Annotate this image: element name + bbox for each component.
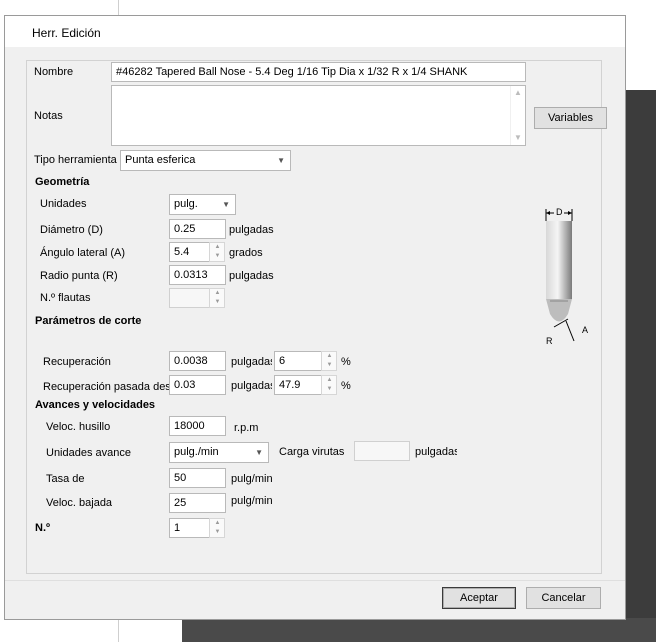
unidades-dropdown[interactable]: pulg. ▼: [169, 194, 236, 215]
husillo-unit: r.p.m: [234, 422, 259, 434]
geometria-header: Geometría: [35, 176, 90, 188]
bajada-input[interactable]: 25: [169, 493, 226, 513]
recuperacion-pasada-pct-spin-buttons[interactable]: ▲ ▼: [321, 375, 337, 395]
tipo-herramienta-label: Tipo herramienta: [34, 154, 117, 166]
numero-label: N.º: [35, 522, 51, 534]
spin-up-icon[interactable]: ▲: [214, 243, 221, 252]
recuperacion-pct-input[interactable]: 6: [274, 351, 322, 371]
background-line: [118, 0, 119, 16]
background-window: [182, 618, 656, 642]
diametro-unit: pulgadas: [229, 224, 274, 236]
background-window: [626, 90, 656, 642]
chevron-down-icon: ▼: [222, 200, 230, 209]
notas-textarea[interactable]: ▲ ▼: [111, 85, 526, 146]
diametro-label: Diámetro (D): [40, 224, 103, 236]
recuperacion-pasada-label: Recuperación pasada desbaste: [43, 381, 169, 393]
recuperacion-unit: pulgadas: [231, 356, 272, 368]
bajada-label: Veloc. bajada: [46, 497, 113, 509]
parametros-corte-header: Parámetros de corte: [35, 315, 142, 327]
avances-velocidades-header: Avances y velocidades: [35, 399, 156, 411]
recuperacion-pasada-input[interactable]: 0.03: [169, 375, 226, 395]
chevron-down-icon: ▼: [255, 448, 263, 457]
cancelar-button[interactable]: Cancelar: [526, 587, 601, 609]
diagram-label-a: A: [582, 325, 589, 335]
unidades-value: pulg.: [174, 198, 198, 210]
spin-up-icon[interactable]: ▲: [214, 289, 221, 298]
unidades-avance-value: pulg./min: [174, 446, 219, 458]
tasa-label: Tasa de: [46, 473, 85, 485]
angulo-input[interactable]: 5.4: [169, 242, 210, 262]
flautas-spin-buttons[interactable]: ▲ ▼: [209, 288, 225, 308]
dialog-title: Herr. Edición: [32, 26, 101, 40]
unidades-avance-label: Unidades avance: [46, 447, 132, 459]
recuperacion-label: Recuperación: [43, 356, 111, 368]
carga-virutas-unit: pulgadas: [415, 446, 457, 458]
tipo-herramienta-value: Punta esferica: [125, 154, 196, 166]
spin-up-icon[interactable]: ▲: [326, 352, 333, 361]
radio-input[interactable]: 0.0313: [169, 265, 226, 285]
spin-down-icon[interactable]: ▼: [326, 361, 333, 370]
angulo-unit: grados: [229, 247, 263, 259]
flautas-input[interactable]: [169, 288, 210, 308]
recuperacion-pct-spin-buttons[interactable]: ▲ ▼: [321, 351, 337, 371]
diagram-label-r: R: [546, 336, 553, 346]
notas-label: Notas: [34, 110, 63, 122]
diagram-label-d: D: [556, 207, 563, 217]
recuperacion-input[interactable]: 0.0038: [169, 351, 226, 371]
percent-symbol: %: [341, 356, 351, 368]
numero-spin-buttons[interactable]: ▲ ▼: [209, 518, 225, 538]
tipo-herramienta-dropdown[interactable]: Punta esferica ▼: [120, 150, 291, 171]
recuperacion-pasada-unit: pulgadas: [231, 380, 272, 392]
husillo-input[interactable]: 18000: [169, 416, 226, 436]
background-line: [118, 620, 119, 642]
spin-down-icon[interactable]: ▼: [214, 528, 221, 537]
radio-label: Radio punta (R): [40, 270, 118, 282]
spin-down-icon[interactable]: ▼: [326, 385, 333, 394]
tasa-unit: pulg/min: [231, 473, 273, 485]
spin-up-icon[interactable]: ▲: [326, 376, 333, 385]
tool-diagram: D A R: [542, 207, 592, 349]
bajada-unit: pulg/min: [231, 495, 273, 507]
angulo-spin-buttons[interactable]: ▲ ▼: [209, 242, 225, 262]
tool-edit-dialog: Herr. Edición Nombre #46282 Tapered Ball…: [4, 15, 626, 620]
recuperacion-pasada-pct-input[interactable]: 47.9: [274, 375, 322, 395]
carga-virutas-input[interactable]: [354, 441, 410, 461]
spin-down-icon[interactable]: ▼: [214, 252, 221, 261]
scroll-down-icon[interactable]: ▼: [514, 134, 522, 142]
radio-unit: pulgadas: [229, 270, 274, 282]
unidades-label: Unidades: [40, 198, 87, 210]
tasa-input[interactable]: 50: [169, 468, 226, 488]
spin-up-icon[interactable]: ▲: [214, 519, 221, 528]
percent-symbol: %: [341, 380, 351, 392]
variables-button[interactable]: Variables: [534, 107, 607, 129]
footer-divider: [5, 580, 625, 581]
notas-scrollbar[interactable]: ▲ ▼: [510, 86, 525, 145]
scroll-up-icon[interactable]: ▲: [514, 89, 522, 97]
angulo-label: Ángulo lateral (A): [40, 247, 125, 259]
numero-input[interactable]: 1: [169, 518, 210, 538]
title-bar: Herr. Edición: [5, 16, 625, 47]
flautas-label: N.º flautas: [40, 292, 91, 304]
carga-virutas-label: Carga virutas: [279, 446, 345, 458]
aceptar-button[interactable]: Aceptar: [442, 587, 516, 609]
husillo-label: Veloc. husillo: [46, 421, 111, 433]
spin-down-icon[interactable]: ▼: [214, 298, 221, 307]
diametro-input[interactable]: 0.25: [169, 219, 226, 239]
chevron-down-icon: ▼: [277, 156, 285, 165]
nombre-input[interactable]: #46282 Tapered Ball Nose - 5.4 Deg 1/16 …: [111, 62, 526, 82]
unidades-avance-dropdown[interactable]: pulg./min ▼: [169, 442, 269, 463]
nombre-label: Nombre: [34, 66, 74, 78]
